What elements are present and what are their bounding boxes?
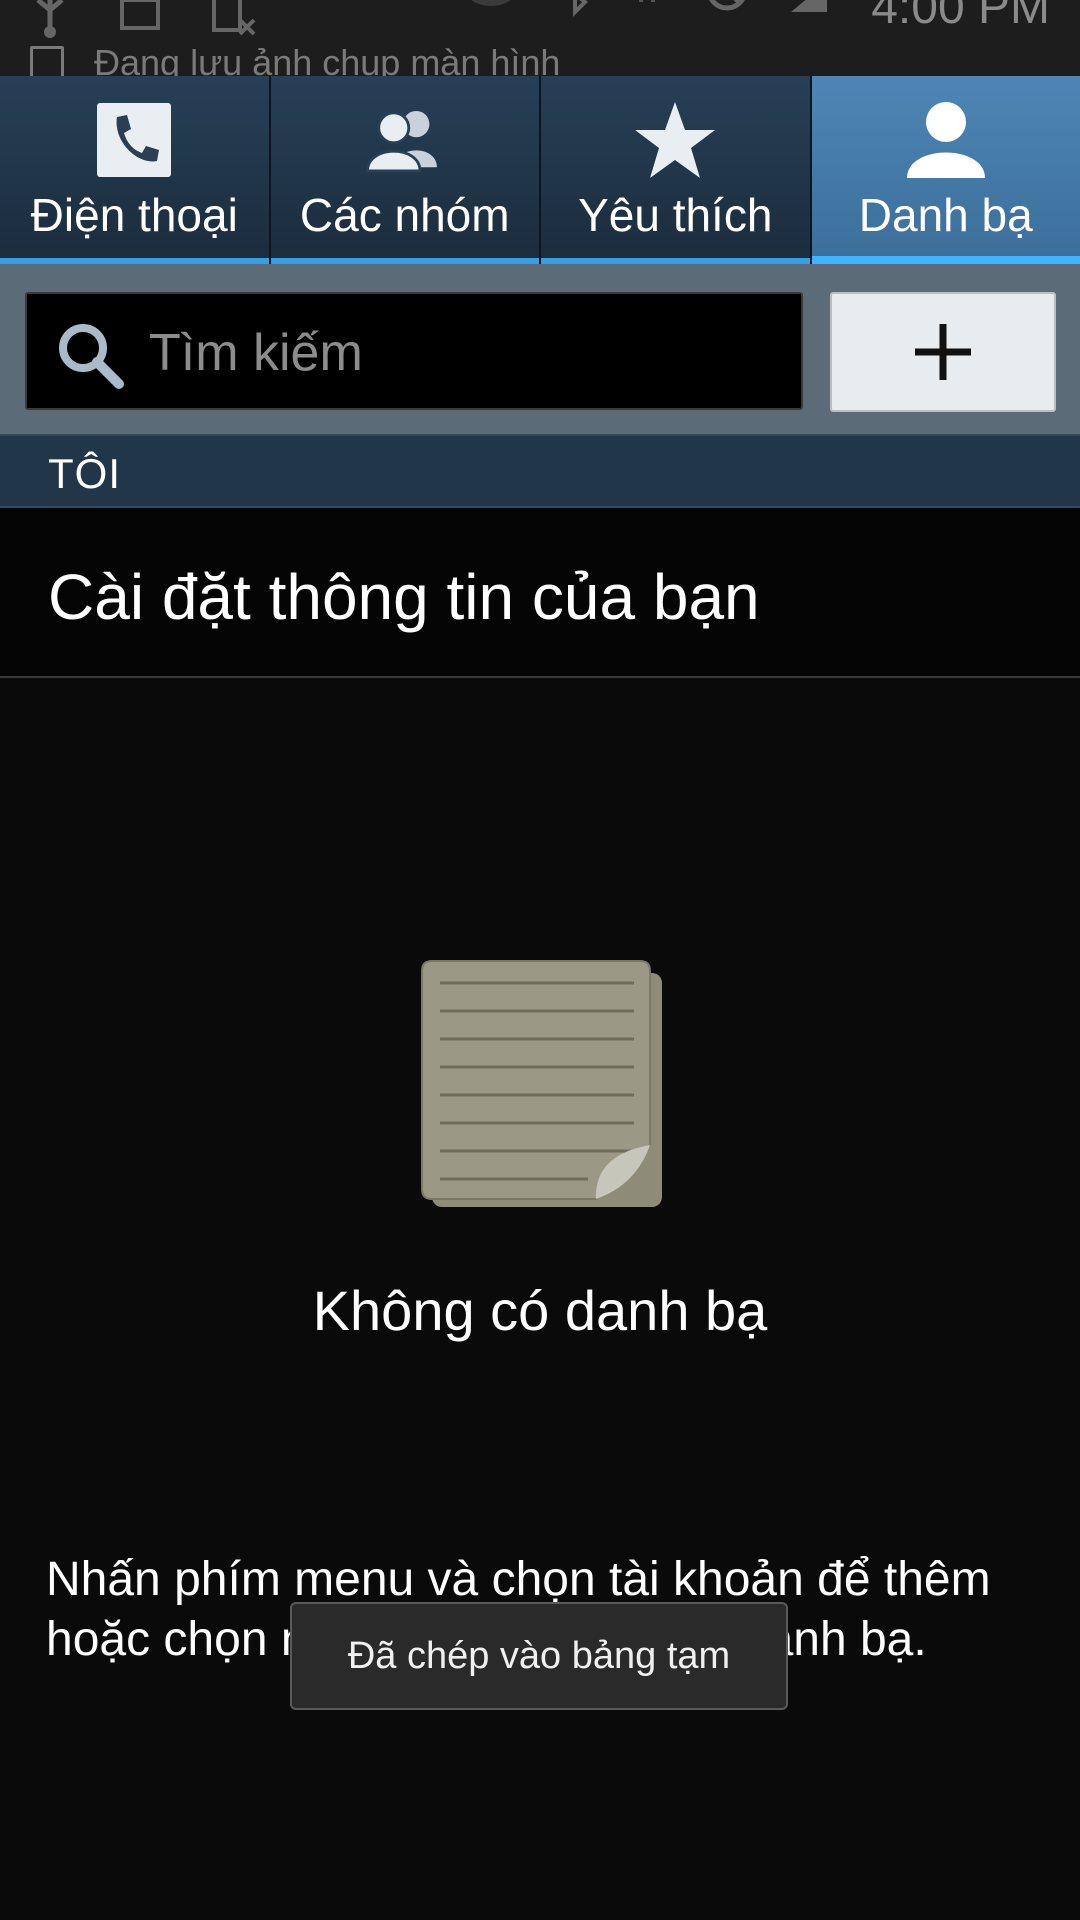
profile-setup-label: Cài đặt thông tin của bạn [48, 561, 760, 633]
tab-label: Điện thoại [30, 189, 238, 241]
tab-label: Yêu thích [578, 189, 773, 241]
search-row [0, 264, 1080, 434]
person-icon [901, 98, 991, 182]
tab-contacts[interactable]: Danh bạ [811, 76, 1080, 264]
tab-label: Danh bạ [858, 189, 1033, 241]
clock: 4:00 PM [871, 0, 1050, 34]
toast: Đã chép vào bảng tạm [290, 1602, 788, 1710]
tab-groups[interactable]: Các nhóm [270, 76, 541, 264]
signal-icon [791, 0, 831, 33]
profile-setup-row[interactable]: Cài đặt thông tin của bạn [0, 508, 1080, 678]
notification-text: Đang lưu ảnh chụp màn hình [94, 42, 561, 76]
data-arrows-icon [631, 0, 663, 33]
search-icon [59, 324, 124, 389]
bluetooth-icon [559, 0, 591, 33]
groups-icon [360, 98, 450, 182]
tab-favorites[interactable]: Yêu thích [541, 76, 812, 264]
add-icon [915, 324, 971, 380]
notification-ticker: Đang lưu ảnh chụp màn hình [30, 42, 560, 76]
tab-phone[interactable]: Điện thoại [0, 76, 271, 264]
tab-label: Các nhóm [299, 189, 510, 241]
section-header-me: TÔI [0, 434, 1080, 508]
status-icons-right: 4:00 PM [463, 0, 1050, 35]
eye-icon [463, 0, 519, 33]
block-icon [703, 0, 751, 33]
tab-underline [811, 256, 1080, 264]
star-icon [630, 98, 720, 182]
status-bar: 4:00 PM Đang lưu ảnh chụp màn hình [0, 0, 1080, 76]
screenshot-icon [30, 46, 64, 76]
document-icon [421, 960, 662, 1207]
add-contact-button[interactable] [830, 292, 1056, 412]
empty-message: Không có danh bạ [312, 1279, 768, 1342]
section-header-label: TÔI [48, 450, 121, 497]
search-input[interactable] [147, 308, 791, 398]
search-box[interactable] [25, 292, 803, 410]
phone-icon [89, 98, 179, 182]
tab-bar: Điện thoại Các nhóm Yêu thích Danh bạ [0, 76, 1080, 264]
